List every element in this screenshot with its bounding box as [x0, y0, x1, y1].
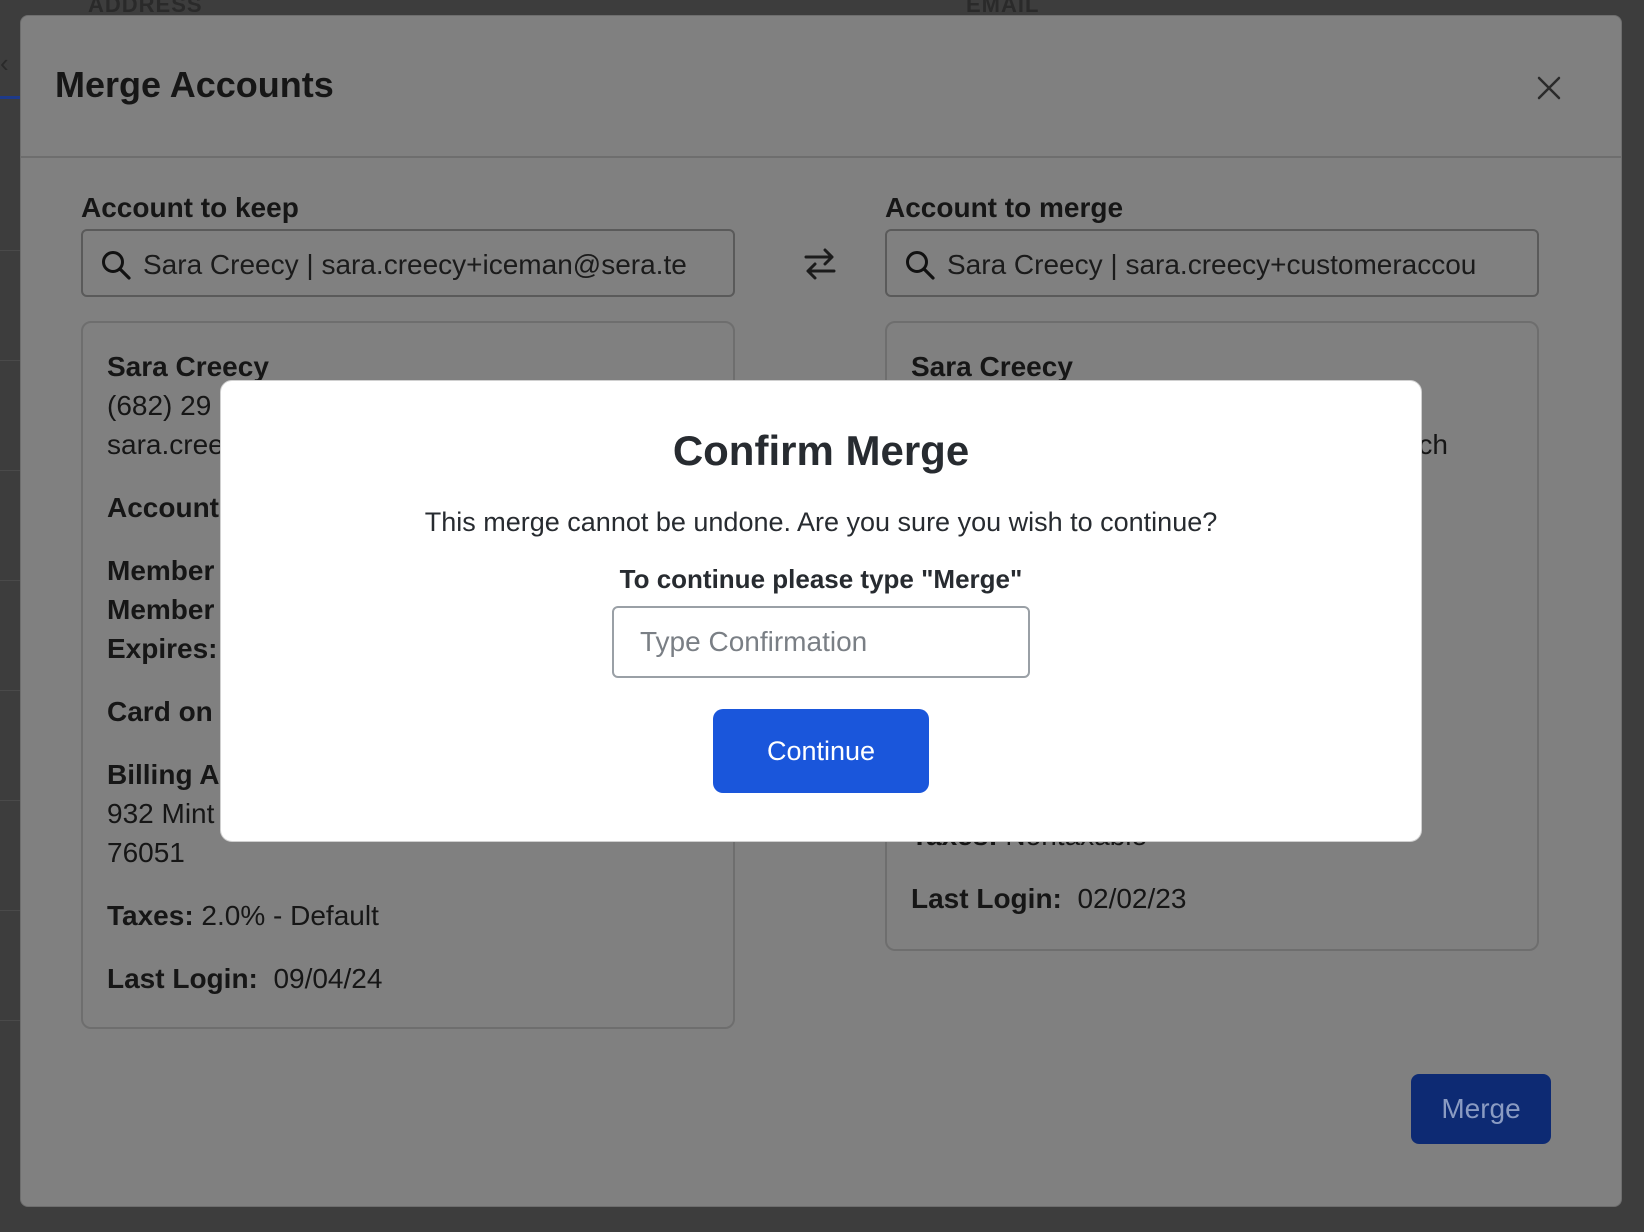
confirm-merge-dialog: Confirm Merge This merge cannot be undon…	[220, 380, 1422, 842]
keep-expires-label: Expires:	[107, 633, 218, 664]
account-to-keep-value: Sara Creecy | sara.creecy+iceman@sera.te	[143, 249, 687, 280]
confirm-hint: To continue please type "Merge"	[619, 564, 1023, 594]
keep-taxes: Taxes: 2.0% - Default	[107, 900, 379, 932]
keep-customer-name: Sara Creecy	[107, 351, 269, 382]
background-row-divider	[0, 1020, 20, 1021]
merge-last-login-value: 02/02/23	[1077, 883, 1187, 914]
merge-last-login-label: Last Login:	[911, 883, 1062, 914]
account-to-merge-search[interactable]: Sara Creecy | sara.creecy+customeraccou	[885, 229, 1539, 297]
confirm-message: This merge cannot be undone. Are you sur…	[424, 507, 1218, 537]
keep-phone: (682) 29	[107, 390, 212, 421]
background-row-divider	[0, 910, 20, 911]
keep-last-login: Last Login: 09/04/24	[107, 963, 382, 995]
keep-member-label: Member	[107, 594, 215, 625]
keep-billing-address-label: Billing A	[107, 759, 220, 790]
keep-last-login-label: Last Login:	[107, 963, 258, 994]
keep-account-label: Account	[107, 492, 219, 523]
keep-member-label: Member	[107, 555, 215, 586]
keep-card-on-file-label: Card on	[107, 696, 213, 727]
background-row-divider	[0, 580, 20, 581]
keep-last-login-value: 09/04/24	[273, 963, 383, 994]
account-to-merge-value: Sara Creecy | sara.creecy+customeraccou	[947, 249, 1477, 280]
background-tab-indicator	[0, 96, 20, 99]
keep-taxes-value: 2.0% - Default	[201, 900, 379, 931]
confirm-title: Confirm Merge	[672, 427, 970, 474]
modal-header: Merge Accounts	[21, 16, 1621, 158]
continue-button[interactable]: Continue	[713, 709, 929, 793]
background-close-icon: ‹	[0, 48, 9, 78]
account-to-keep-label: Account to keep	[81, 192, 299, 223]
keep-address-line-2: 76051	[107, 837, 185, 868]
merge-customer-name: Sara Creecy	[911, 351, 1073, 382]
account-to-keep-search[interactable]: Sara Creecy | sara.creecy+iceman@sera.te	[81, 229, 735, 297]
search-icon	[102, 251, 131, 280]
modal-title: Merge Accounts	[55, 64, 334, 105]
keep-taxes-label: Taxes:	[107, 900, 194, 931]
close-icon[interactable]	[1529, 68, 1569, 108]
confirmation-input[interactable]	[612, 606, 1030, 678]
search-icon	[906, 251, 935, 280]
keep-email: sara.cree	[107, 429, 224, 460]
background-row-divider	[0, 800, 20, 801]
background-row-divider	[0, 360, 20, 361]
background-row-divider	[0, 250, 20, 251]
background-row-divider	[0, 690, 20, 691]
merge-button[interactable]: Merge	[1411, 1074, 1551, 1144]
merge-last-login: Last Login: 02/02/23	[911, 883, 1186, 915]
background-row-divider	[0, 470, 20, 471]
keep-address-line-1: 932 Mint	[107, 798, 215, 829]
account-to-merge-label: Account to merge	[885, 192, 1124, 223]
swap-icon[interactable]	[802, 246, 838, 282]
